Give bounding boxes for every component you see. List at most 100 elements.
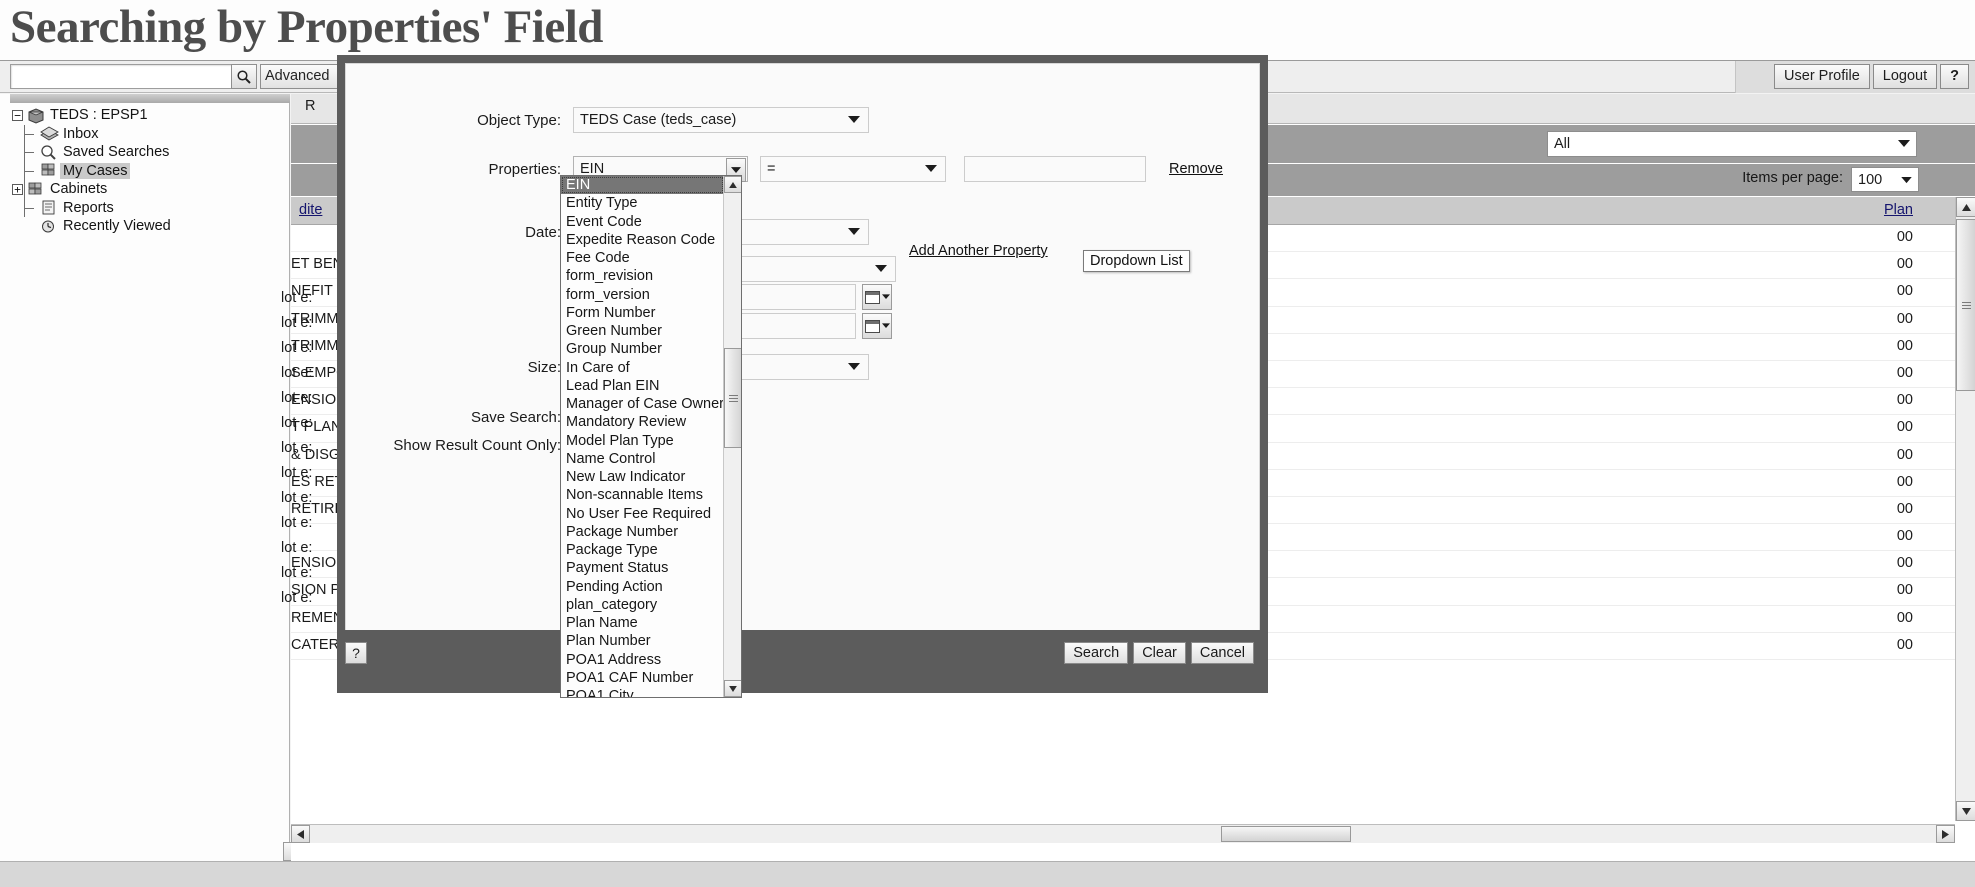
properties-row: Properties: EIN = Remove	[346, 156, 1223, 182]
dropdown-scroll-thumb[interactable]	[724, 348, 742, 448]
logout-button[interactable]: Logout	[1873, 64, 1937, 89]
sidebar-item-reports[interactable]: Reports	[0, 199, 290, 218]
cabinet-icon	[38, 162, 60, 179]
grip-icon	[1962, 300, 1971, 311]
user-profile-button[interactable]: User Profile	[1774, 64, 1870, 89]
operator-select[interactable]: =	[760, 156, 946, 182]
dialog-help-button[interactable]: ?	[345, 642, 367, 664]
collapse-expander-icon[interactable]: −	[12, 110, 23, 121]
chevron-down-icon	[848, 359, 860, 375]
dropdown-option[interactable]: plan_category	[561, 596, 724, 614]
property-dropdown-list[interactable]: EINEntity TypeEvent CodeExpedite Reason …	[560, 175, 742, 698]
sidebar-item-saved-searches[interactable]: Saved Searches	[0, 143, 290, 162]
dropdown-scrollbar[interactable]	[723, 176, 741, 697]
dropdown-option[interactable]: Manager of Case Owner	[561, 395, 724, 413]
dropdown-scroll-up-button[interactable]	[724, 176, 742, 193]
cancel-button[interactable]: Cancel	[1191, 642, 1254, 664]
sidebar-item-inbox[interactable]: Inbox	[0, 125, 290, 144]
status-bar	[0, 861, 1975, 887]
advanced-search-button[interactable]: Advanced	[260, 64, 346, 89]
dropdown-option[interactable]: form_version	[561, 286, 724, 304]
row-plan: 00	[1897, 447, 1913, 463]
add-property-link[interactable]: Add Another Property	[909, 243, 1048, 259]
items-per-page-value: 100	[1858, 172, 1901, 188]
dropdown-option[interactable]: Entity Type	[561, 194, 724, 212]
results-tab[interactable]: R	[305, 98, 315, 114]
calendar-icon	[865, 320, 880, 333]
sidebar-item-root[interactable]: − TEDS : EPSP1	[0, 106, 290, 125]
calendar-to-button[interactable]	[862, 313, 892, 339]
dropdown-option[interactable]: Event Code	[561, 213, 724, 231]
dropdown-option[interactable]: POA1 CAF Number	[561, 669, 724, 687]
results-horizontal-scrollbar[interactable]	[291, 824, 1955, 843]
dropdown-option[interactable]: Expedite Reason Code	[561, 231, 724, 249]
column-header-plan[interactable]: Plan	[1884, 202, 1913, 218]
items-per-page-select[interactable]: 100	[1851, 167, 1919, 192]
object-type-label: Object Type:	[346, 112, 561, 129]
save-search-label: Save Search:	[346, 409, 561, 426]
advanced-search-dialog: Object Type: TEDS Case (teds_case) Prope…	[337, 55, 1268, 693]
dropdown-option[interactable]: Group Number	[561, 340, 724, 358]
dropdown-option[interactable]: EIN	[561, 176, 724, 194]
row-label: lot e:	[281, 590, 337, 606]
save-search-row: Save Search:	[346, 409, 589, 426]
row-plan: 00	[1897, 229, 1913, 245]
dropdown-option[interactable]: In Care of	[561, 359, 724, 377]
dropdown-scroll-down-button[interactable]	[724, 680, 742, 697]
dialog-actions: Search Clear Cancel	[1064, 642, 1254, 664]
dropdown-option[interactable]: Name Control	[561, 450, 724, 468]
row-plan: 00	[1897, 555, 1913, 571]
dropdown-option[interactable]: Fee Code	[561, 249, 724, 267]
dropdown-option[interactable]: Mandatory Review	[561, 413, 724, 431]
chevron-down-icon	[1898, 136, 1910, 152]
filter-select[interactable]: All	[1547, 131, 1917, 157]
criteria-input[interactable]	[964, 156, 1146, 182]
grip-icon	[729, 393, 738, 404]
search-input[interactable]	[10, 64, 232, 89]
help-button[interactable]: ?	[1940, 64, 1969, 89]
remove-property-link[interactable]: Remove	[1169, 161, 1223, 177]
scroll-up-button[interactable]	[1956, 197, 1975, 217]
dropdown-option[interactable]: Plan Name	[561, 614, 724, 632]
dropdown-tooltip: Dropdown List	[1083, 250, 1190, 272]
dialog-body: Object Type: TEDS Case (teds_case) Prope…	[345, 63, 1260, 685]
scroll-down-button[interactable]	[1956, 801, 1975, 821]
dropdown-option[interactable]: New Law Indicator	[561, 468, 724, 486]
sidebar-item-recently-viewed[interactable]: Recently Viewed	[0, 217, 290, 236]
dropdown-option[interactable]: POA1 City	[561, 687, 724, 698]
dropdown-option[interactable]: Non-scannable Items	[561, 486, 724, 504]
dropdown-option[interactable]: Package Type	[561, 541, 724, 559]
dropdown-option[interactable]: Payment Status	[561, 559, 724, 577]
dropdown-option[interactable]: Package Number	[561, 523, 724, 541]
scroll-thumb[interactable]	[1956, 219, 1975, 391]
search-button[interactable]	[231, 64, 257, 89]
expand-expander-icon[interactable]: +	[12, 184, 23, 195]
operator-value: =	[767, 161, 775, 177]
clear-button[interactable]: Clear	[1133, 642, 1186, 664]
dropdown-option[interactable]: Lead Plan EIN	[561, 377, 724, 395]
dropdown-option[interactable]: Form Number	[561, 304, 724, 322]
hscroll-thumb[interactable]	[1221, 826, 1351, 842]
sidebar-item-my-cases[interactable]: My Cases	[0, 162, 290, 181]
sidebar-item-label: Reports	[60, 200, 117, 216]
sidebar-item-cabinets[interactable]: + Cabinets	[0, 180, 290, 199]
date-label: Date:	[346, 224, 561, 241]
row-label: lot e:	[281, 290, 337, 306]
calendar-from-button[interactable]	[862, 284, 892, 310]
dropdown-option[interactable]: Pending Action	[561, 578, 724, 596]
row-plan: 00	[1897, 474, 1913, 490]
scroll-left-button[interactable]	[291, 825, 310, 843]
dropdown-option[interactable]: No User Fee Required	[561, 505, 724, 523]
column-header-edit[interactable]: dite	[299, 202, 322, 218]
dropdown-option[interactable]: POA1 Address	[561, 651, 724, 669]
dropdown-option[interactable]: form_revision	[561, 267, 724, 285]
object-type-select[interactable]: TEDS Case (teds_case)	[573, 107, 869, 133]
sidebar-splitter[interactable]	[10, 94, 290, 103]
results-row-labels: lot e: lot e: lot e: lot e: lot e: lot e…	[281, 290, 337, 606]
scroll-right-button[interactable]	[1936, 825, 1955, 843]
search-button[interactable]: Search	[1064, 642, 1128, 664]
results-vertical-scrollbar[interactable]	[1955, 197, 1975, 821]
dropdown-option[interactable]: Plan Number	[561, 632, 724, 650]
dropdown-option[interactable]: Model Plan Type	[561, 432, 724, 450]
dropdown-option[interactable]: Green Number	[561, 322, 724, 340]
